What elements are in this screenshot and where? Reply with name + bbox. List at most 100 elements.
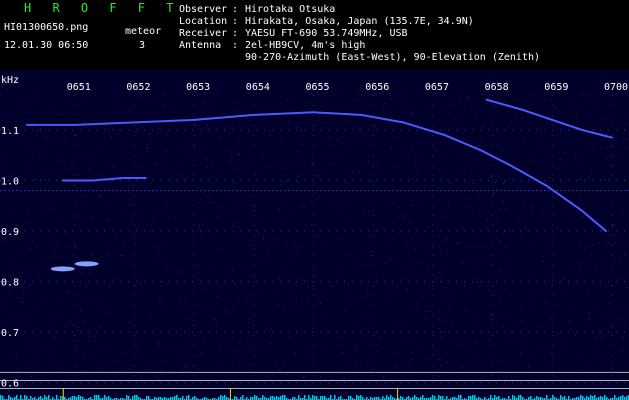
noise-bar — [256, 396, 258, 400]
noise-bar — [592, 396, 594, 400]
noise-bar — [622, 395, 624, 400]
noise-bar — [176, 395, 178, 400]
noise-bar — [400, 396, 402, 400]
meteor-label: meteor — [125, 26, 162, 37]
noise-bar — [224, 395, 226, 400]
noise-bar — [422, 395, 424, 400]
noise-bar — [316, 396, 318, 400]
noise-bar — [134, 395, 136, 400]
noise-bar — [320, 396, 322, 400]
noise-bar — [340, 396, 342, 400]
y-tick-label: 0.9 — [1, 227, 19, 238]
noise-bar — [74, 396, 76, 400]
noise-bar — [560, 395, 562, 400]
noise-bar — [512, 395, 514, 400]
noise-bar — [126, 395, 128, 400]
noise-bar — [536, 396, 538, 400]
noise-bar — [438, 395, 440, 400]
noise-bar — [132, 396, 134, 400]
noise-bar — [44, 395, 46, 400]
antenna-colon: : — [232, 40, 239, 51]
noise-bar — [440, 396, 442, 400]
noise-bar — [16, 395, 18, 400]
noise-bar — [72, 396, 74, 400]
location-label: Location — [179, 16, 228, 27]
noise-bar — [280, 396, 282, 400]
y-tick-label: 1.0 — [1, 177, 19, 188]
noise-bar — [26, 396, 28, 400]
observer-label: Observer — [179, 4, 228, 15]
noise-bar — [568, 396, 570, 400]
noise-bar — [242, 395, 244, 400]
noise-bar — [470, 396, 472, 400]
x-tick-label: 0653 — [186, 82, 210, 93]
noise-bar — [582, 396, 584, 400]
antenna-value: 2el-HB9CV, 4m's high — [245, 40, 366, 51]
observer-colon: : — [232, 4, 239, 15]
antenna-orientation: 90-270-Azimuth (East-West), 90-Elevation… — [245, 52, 541, 63]
x-tick-label: 0655 — [306, 82, 330, 93]
x-tick-label: 0659 — [544, 82, 568, 93]
noise-bar — [282, 395, 284, 400]
noise-bar — [390, 395, 392, 400]
y-unit-label: kHz — [1, 75, 19, 86]
noise-bar — [8, 395, 10, 400]
noise-bar — [458, 395, 460, 400]
noise-bar — [312, 395, 314, 400]
noise-bar — [358, 396, 360, 400]
x-tick-label: 0652 — [126, 82, 150, 93]
noise-bar — [304, 395, 306, 400]
marker-bar — [229, 388, 231, 400]
receiver-colon: : — [232, 28, 239, 39]
x-tick-label: 0657 — [425, 82, 449, 93]
noise-bar — [186, 396, 188, 400]
noise-bar — [276, 396, 278, 400]
noise-bar — [322, 396, 324, 400]
noise-bar — [98, 395, 100, 400]
noise-bar — [408, 396, 410, 400]
noise-bar — [348, 396, 350, 400]
noise-bar — [600, 396, 602, 400]
noise-bar — [48, 395, 50, 400]
noise-bar — [432, 395, 434, 400]
noise-bar — [490, 395, 492, 400]
date-time: 12.01.30 06:50 — [4, 40, 89, 51]
noise-bar — [222, 396, 224, 400]
noise-bar — [586, 396, 588, 400]
noise-bar — [494, 395, 496, 400]
noise-bar — [460, 395, 462, 400]
noise-bar — [270, 396, 272, 400]
noise-bar — [20, 395, 22, 400]
y-tick-label: 0.8 — [1, 278, 19, 289]
noise-bar — [128, 396, 130, 400]
noise-bar — [284, 395, 286, 400]
observer-value: Hirotaka Otsuka — [245, 4, 336, 15]
noise-bar — [262, 395, 264, 400]
marker-bar — [62, 388, 64, 400]
noise-bar — [468, 396, 470, 400]
noise-bar — [594, 395, 596, 400]
noise-bar — [194, 396, 196, 400]
noise-bar — [254, 395, 256, 400]
noise-bar — [330, 395, 332, 400]
noise-bar — [472, 395, 474, 400]
receiver-value: YAESU FT-690 53.749MHz, USB — [245, 28, 408, 39]
noise-bar — [546, 395, 548, 400]
noise-bar — [314, 396, 316, 400]
noise-bar — [24, 395, 26, 400]
noise-bar — [182, 396, 184, 400]
noise-bar — [148, 396, 150, 400]
location-colon: : — [232, 16, 239, 27]
noise-bar — [620, 396, 622, 400]
noise-bar — [146, 396, 148, 400]
noise-bar — [442, 396, 444, 400]
noise-bar — [30, 396, 32, 400]
noise-bar — [530, 396, 532, 400]
x-tick-label: 0700 — [604, 82, 628, 93]
noise-bar — [520, 395, 522, 400]
noise-bar — [386, 395, 388, 400]
noise-bar — [434, 396, 436, 400]
noise-bar — [356, 395, 358, 400]
plot-background — [0, 70, 629, 400]
noise-bar — [234, 396, 236, 400]
